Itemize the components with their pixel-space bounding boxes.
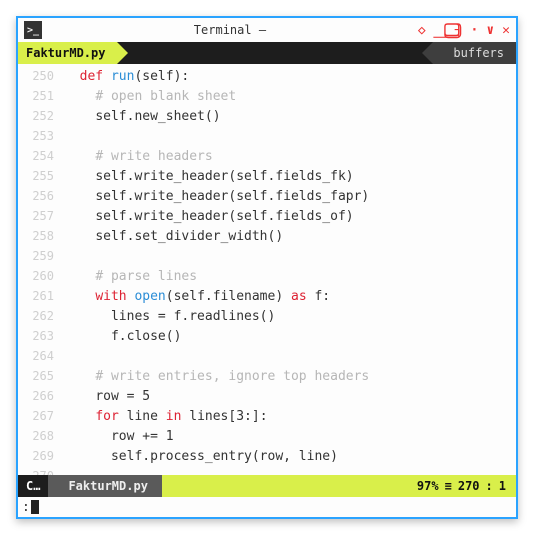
code-text: self.set_divider_width() — [64, 229, 283, 244]
code-line[interactable]: 266 row = 5 — [18, 386, 516, 406]
code-line[interactable]: 261 with open(self.filename) as f: — [18, 286, 516, 306]
code-text: for line in lines[3:]: — [64, 409, 268, 424]
line-number: 269 — [18, 449, 64, 463]
code-line[interactable]: 250 def run(self): — [18, 66, 516, 86]
code-text: # write entries, ignore top headers — [64, 369, 369, 384]
status-bar: C… FakturMD.py 97% ≡ 270 : 1 — [18, 475, 516, 497]
line-number: 252 — [18, 109, 64, 123]
line-number: 262 — [18, 309, 64, 323]
line-number: 254 — [18, 149, 64, 163]
buffers-tab[interactable]: buffers — [433, 42, 516, 64]
line-number: 257 — [18, 209, 64, 223]
status-mode: C… — [18, 475, 48, 497]
line-number: 260 — [18, 269, 64, 283]
code-line[interactable]: 270 — [18, 466, 516, 475]
command-line[interactable]: : — [18, 497, 516, 517]
line-number: 265 — [18, 369, 64, 383]
code-line[interactable]: 256 self.write_header(self.fields_fapr) — [18, 186, 516, 206]
code-text: with open(self.filename) as f: — [64, 289, 330, 304]
window-pin-icon[interactable]: ◇ — [418, 23, 426, 38]
line-number: 268 — [18, 429, 64, 443]
status-col: 1 — [499, 479, 506, 493]
code-line[interactable]: 268 row += 1 — [18, 426, 516, 446]
line-number: 261 — [18, 289, 64, 303]
code-line[interactable]: 253 — [18, 126, 516, 146]
code-text: row += 1 — [64, 429, 174, 444]
code-line[interactable]: 255 self.write_header(self.fields_fk) — [18, 166, 516, 186]
code-text: self.process_entry(row, line) — [64, 449, 338, 464]
code-line[interactable]: 263 f.close() — [18, 326, 516, 346]
status-spacer — [162, 475, 401, 497]
line-number: 256 — [18, 189, 64, 203]
maximize-button[interactable]: ⃣┐ — [455, 23, 463, 38]
code-line[interactable]: 262 lines = f.readlines() — [18, 306, 516, 326]
line-number: 259 — [18, 249, 64, 263]
code-line[interactable]: 252 self.new_sheet() — [18, 106, 516, 126]
code-text: # write headers — [64, 149, 213, 164]
code-line[interactable]: 258 self.set_divider_width() — [18, 226, 516, 246]
line-number: 267 — [18, 409, 64, 423]
line-number: 251 — [18, 89, 64, 103]
line-number: 255 — [18, 169, 64, 183]
close-button[interactable]: ✕ — [502, 23, 510, 38]
code-text: self.new_sheet() — [64, 109, 221, 124]
code-line[interactable]: 254 # write headers — [18, 146, 516, 166]
code-text: self.write_header(self.fields_of) — [64, 209, 354, 224]
status-filename: FakturMD.py — [48, 475, 161, 497]
cursor — [31, 500, 39, 514]
dot-icon[interactable]: · — [471, 23, 479, 38]
buffers-label: buffers — [453, 46, 504, 60]
code-line[interactable]: 264 — [18, 346, 516, 366]
line-number: 258 — [18, 229, 64, 243]
status-colon: : — [486, 479, 493, 493]
tab-spacer — [117, 42, 433, 64]
code-text: # open blank sheet — [64, 89, 236, 104]
cmd-prefix: : — [22, 500, 30, 515]
code-line[interactable]: 251 # open blank sheet — [18, 86, 516, 106]
terminal-window: >_ Terminal – ◇ ＿ ⃣┐ · ∨ ✕ FakturMD.py b… — [16, 16, 518, 519]
code-text: self.write_header(self.fields_fk) — [64, 169, 354, 184]
code-text: self.write_header(self.fields_fapr) — [64, 189, 369, 204]
line-number: 264 — [18, 349, 64, 363]
code-line[interactable]: 259 — [18, 246, 516, 266]
code-line[interactable]: 260 # parse lines — [18, 266, 516, 286]
lines-icon: ≡ — [445, 479, 452, 493]
code-text: def run(self): — [64, 69, 189, 84]
line-number: 266 — [18, 389, 64, 403]
minimize-button[interactable]: ＿ — [434, 21, 447, 40]
tab-active[interactable]: FakturMD.py — [18, 42, 117, 64]
shade-button[interactable]: ∨ — [486, 23, 494, 38]
code-line[interactable]: 265 # write entries, ignore top headers — [18, 366, 516, 386]
status-position: 97% ≡ 270 : 1 — [401, 475, 516, 497]
window-title: Terminal – — [42, 23, 418, 37]
editor-viewport[interactable]: 250 def run(self):251 # open blank sheet… — [18, 64, 516, 475]
tab-label: FakturMD.py — [26, 46, 105, 60]
status-line: 270 — [458, 479, 480, 493]
code-line[interactable]: 257 self.write_header(self.fields_of) — [18, 206, 516, 226]
line-number: 250 — [18, 69, 64, 83]
line-number: 253 — [18, 129, 64, 143]
code-text: lines = f.readlines() — [64, 309, 275, 324]
titlebar[interactable]: >_ Terminal – ◇ ＿ ⃣┐ · ∨ ✕ — [18, 18, 516, 42]
code-line[interactable]: 267 for line in lines[3:]: — [18, 406, 516, 426]
code-text: f.close() — [64, 329, 181, 344]
terminal-icon: >_ — [24, 21, 42, 39]
line-number: 263 — [18, 329, 64, 343]
code-text: row = 5 — [64, 389, 150, 404]
status-percent: 97% — [417, 479, 439, 493]
window-controls: ◇ ＿ ⃣┐ · ∨ ✕ — [418, 21, 510, 40]
tab-bar: FakturMD.py buffers — [18, 42, 516, 64]
code-text: # parse lines — [64, 269, 197, 284]
code-line[interactable]: 269 self.process_entry(row, line) — [18, 446, 516, 466]
